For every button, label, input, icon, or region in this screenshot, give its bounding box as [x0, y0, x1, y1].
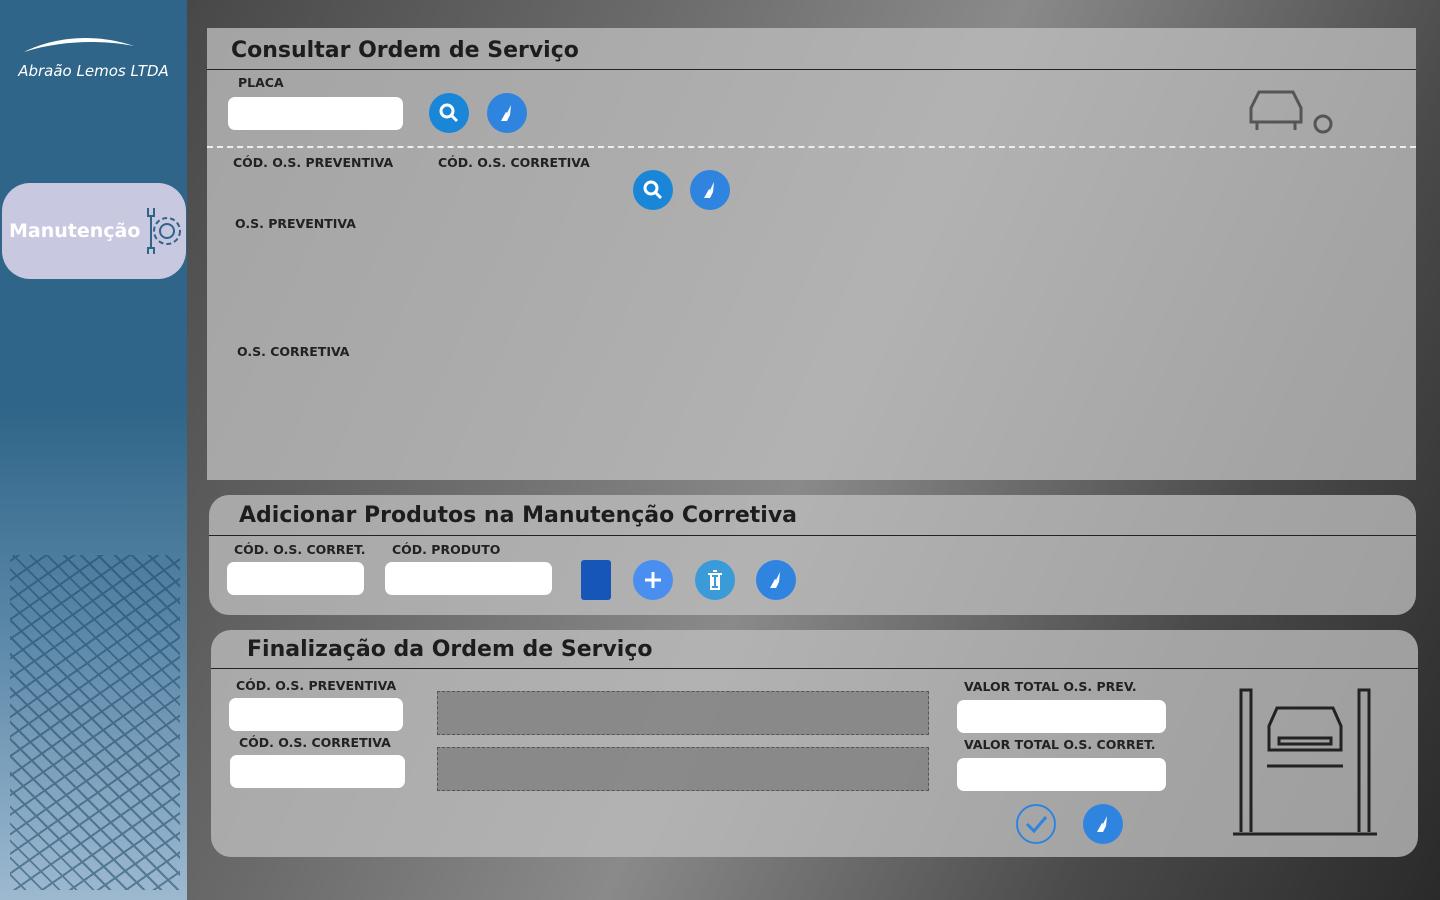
nav-label: Manutenção: [9, 220, 141, 242]
consult-panel: Consultar Ordem de Serviço PLACA CÓD. O.…: [207, 28, 1416, 480]
clear-finalize-button[interactable]: [1083, 804, 1123, 844]
consult-title: Consultar Ordem de Serviço: [231, 38, 579, 63]
nav-manutencao[interactable]: Manutenção: [2, 183, 186, 279]
fin-cod-prev-input[interactable]: [229, 698, 403, 731]
plus-icon: [645, 572, 661, 588]
placa-label: PLACA: [238, 75, 284, 90]
car-repair-icon: [1249, 90, 1333, 134]
sidebar: Abraão Lemos LTDA Manutenção: [0, 0, 187, 900]
tools-pattern: [10, 555, 180, 890]
clear-os-button[interactable]: [690, 170, 730, 210]
clear-products-button[interactable]: [756, 560, 796, 600]
finalize-title: Finalização da Ordem de Serviço: [247, 637, 653, 662]
clear-placa-button[interactable]: [487, 93, 527, 133]
os-prev-label: O.S. PREVENTIVA: [235, 216, 356, 231]
trash-icon: [708, 570, 722, 590]
search-icon: [439, 103, 459, 123]
placa-input[interactable]: [228, 97, 403, 130]
cod-os-corret-label: CÓD. O.S. CORRET.: [234, 542, 366, 557]
car-lift-icon: [1233, 688, 1377, 836]
total-corr-label: VALOR TOTAL O.S. CORRET.: [964, 737, 1156, 752]
broom-icon: [501, 105, 511, 121]
total-prev-label: VALOR TOTAL O.S. PREV.: [964, 679, 1137, 694]
cod-os-corret-input[interactable]: [227, 562, 364, 595]
brand-name: Abraão Lemos LTDA: [18, 62, 169, 80]
broom-icon: [1097, 816, 1107, 832]
product-catalog-icon[interactable]: [581, 560, 611, 600]
fin-cod-prev-label: CÓD. O.S. PREVENTIVA: [236, 678, 397, 693]
check-icon: [1025, 816, 1048, 834]
search-os-button[interactable]: [633, 170, 673, 210]
confirm-button[interactable]: [1016, 804, 1056, 844]
wrench-gear-icon: [147, 208, 182, 254]
search-icon: [643, 180, 663, 200]
cod-prev-label: CÓD. O.S. PREVENTIVA: [233, 155, 394, 170]
car-logo-icon: [24, 38, 134, 52]
cod-produto-label: CÓD. PRODUTO: [392, 542, 501, 557]
finalize-panel: Finalização da Ordem de Serviço CÓD. O.S…: [211, 630, 1418, 857]
broom-icon: [704, 182, 714, 198]
fin-cod-corr-label: CÓD. O.S. CORRETIVA: [239, 735, 391, 750]
add-product-button[interactable]: [633, 560, 673, 600]
cod-corr-label: CÓD. O.S. CORRETIVA: [438, 155, 590, 170]
os-corr-label: O.S. CORRETIVA: [237, 344, 350, 359]
search-placa-button[interactable]: [429, 93, 469, 133]
add-products-panel: Adicionar Produtos na Manutenção Correti…: [209, 495, 1416, 615]
total-prev-input[interactable]: [957, 700, 1166, 733]
total-corr-input[interactable]: [957, 758, 1166, 791]
corr-info-box: [437, 747, 929, 791]
delete-product-button[interactable]: [695, 560, 735, 600]
fin-cod-corr-input[interactable]: [230, 755, 405, 788]
broom-icon: [770, 572, 780, 588]
cod-produto-input[interactable]: [385, 562, 552, 595]
prev-info-box: [437, 691, 929, 735]
add-products-title: Adicionar Produtos na Manutenção Correti…: [239, 503, 798, 528]
